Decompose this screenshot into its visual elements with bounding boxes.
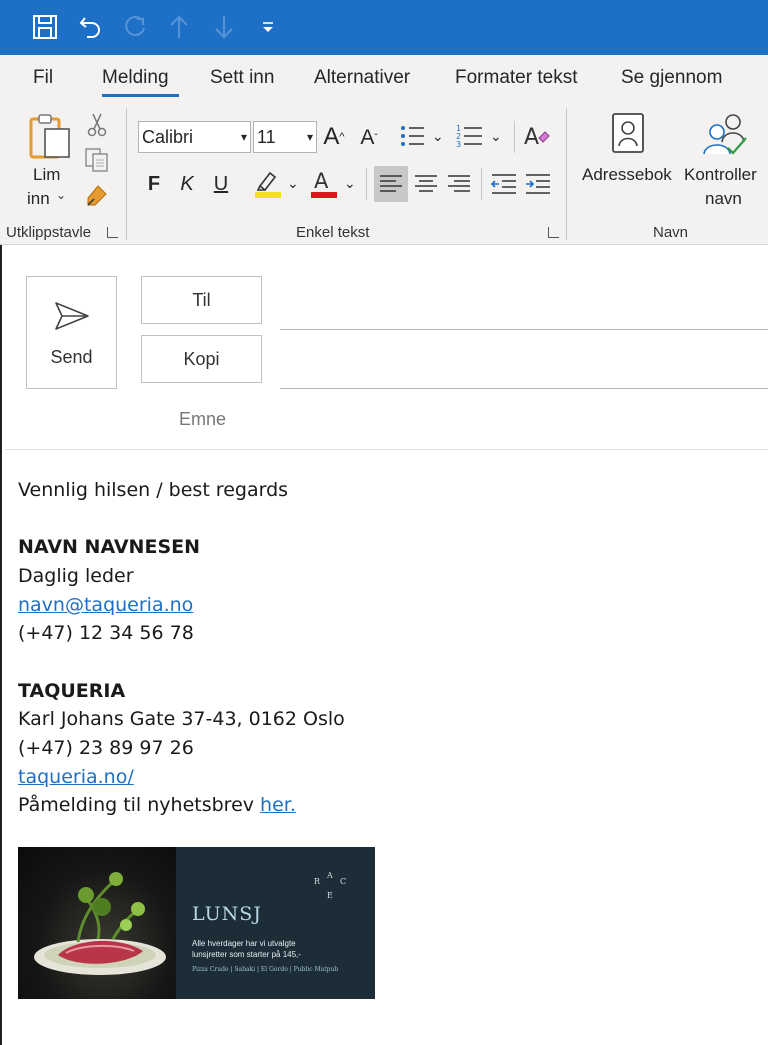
to-button[interactable]: Til	[141, 276, 262, 324]
email-link[interactable]: navn@taqueria.no	[18, 594, 193, 616]
banner-text-1: Alle hverdager har vi utvalgte	[192, 939, 296, 948]
cc-button[interactable]: Kopi	[141, 335, 262, 383]
tab-format-text[interactable]: Formater tekst	[455, 67, 577, 89]
signature-title: Daglig leder	[18, 565, 134, 587]
lunch-banner-image[interactable]: RACE LUNSJ Alle hverdager har vi utvalgt…	[18, 847, 375, 999]
signature-phone: (+47) 12 34 56 78	[18, 622, 194, 644]
font-size-value: 11	[257, 127, 276, 147]
save-icon[interactable]	[30, 12, 60, 42]
align-left-button[interactable]	[374, 166, 408, 202]
check-names-label[interactable]: Kontroller	[684, 165, 757, 185]
newsletter-link[interactable]: her.	[260, 794, 296, 816]
company-address: Karl Johans Gate 37-43, 0162 Oslo	[18, 708, 345, 730]
redo-icon	[120, 12, 150, 42]
banner-logo: RACE	[314, 871, 347, 900]
numbering-icon[interactable]: 123	[456, 122, 484, 155]
align-right-button[interactable]	[443, 166, 475, 207]
ribbon-separator	[514, 121, 515, 153]
to-label: Til	[192, 290, 211, 310]
send-icon	[55, 302, 89, 330]
chevron-down-icon[interactable]: ⌄	[287, 175, 299, 192]
signature-name: NAVN NAVNESEN	[18, 536, 201, 558]
basic-text-group-label: Enkel tekst	[296, 224, 370, 241]
tab-file[interactable]: Fil	[33, 67, 53, 89]
banner-text-2: lunsjretter som starter på 145,-	[192, 950, 301, 959]
newsletter-line: Påmelding til nyhetsbrev her.	[18, 794, 296, 816]
copy-icon[interactable]	[84, 147, 110, 178]
tab-message[interactable]: Melding	[102, 67, 169, 89]
paste-label[interactable]: Lim	[33, 165, 60, 185]
banner-heading: LUNSJ	[192, 903, 262, 925]
bold-button[interactable]: F	[141, 168, 167, 200]
title-bar	[0, 0, 768, 55]
italic-button[interactable]: K	[174, 168, 200, 200]
font-name-value: Calibri	[142, 127, 194, 147]
chevron-down-icon[interactable]: ⌄	[56, 188, 66, 202]
underline-button[interactable]: U	[208, 168, 234, 200]
paste-icon[interactable]	[28, 113, 74, 166]
cc-field[interactable]	[280, 388, 768, 389]
chevron-down-icon[interactable]: ⌄	[432, 128, 444, 145]
align-center-button[interactable]	[410, 166, 442, 207]
active-tab-indicator	[102, 94, 179, 97]
decrease-indent-icon[interactable]	[489, 168, 519, 205]
address-book-label[interactable]: Adressebok	[582, 165, 672, 185]
ribbon-separator	[126, 108, 127, 240]
tab-options[interactable]: Alternativer	[314, 67, 410, 89]
check-names-icon[interactable]	[700, 112, 750, 163]
chevron-down-icon[interactable]: ⌄	[490, 128, 502, 145]
greeting-text: Vennlig hilsen / best regards	[18, 479, 289, 501]
chevron-down-icon: ▾	[240, 130, 247, 144]
cc-label: Kopi	[183, 349, 220, 369]
names-group-label: Navn	[653, 224, 689, 241]
send-label: Send	[50, 347, 93, 367]
ribbon-separator	[566, 108, 567, 240]
tab-insert[interactable]: Sett inn	[210, 67, 274, 89]
tab-review[interactable]: Se gjennom	[621, 67, 722, 89]
ribbon-separator	[481, 168, 482, 200]
company-name: TAQUERIA	[18, 680, 126, 702]
svg-text:3: 3	[456, 140, 461, 149]
chevron-down-icon: ▾	[306, 130, 313, 144]
address-book-icon[interactable]	[611, 112, 647, 161]
dialog-launcher-icon[interactable]	[107, 227, 118, 238]
company-phone: (+47) 23 89 97 26	[18, 737, 194, 759]
to-field[interactable]	[280, 329, 768, 330]
arrow-up-icon	[164, 12, 194, 42]
ribbon-separator	[366, 168, 367, 200]
window-left-edge	[0, 245, 2, 1045]
undo-icon[interactable]	[76, 12, 106, 42]
paste-label-2[interactable]: inn	[27, 189, 50, 209]
clear-formatting-icon[interactable]: A	[523, 122, 551, 155]
highlight-icon[interactable]	[254, 168, 282, 205]
font-name-select[interactable]: Calibri ▾	[138, 121, 251, 153]
svg-text:A: A	[524, 125, 539, 150]
font-color-icon[interactable]: A	[309, 168, 339, 205]
increase-indent-icon[interactable]	[523, 168, 553, 205]
grow-font-icon[interactable]: A ^	[320, 120, 348, 154]
subject-label: Emne	[179, 409, 227, 429]
website-link[interactable]: taqueria.no/	[18, 766, 134, 788]
chevron-down-icon[interactable]: ⌄	[344, 175, 356, 192]
dialog-launcher-icon[interactable]	[548, 227, 559, 238]
header-divider	[5, 449, 768, 450]
arrow-down-icon	[209, 12, 239, 42]
customize-toolbar-icon[interactable]	[253, 12, 283, 42]
shrink-font-icon[interactable]: Aˇ	[355, 123, 383, 153]
svg-text:A: A	[314, 169, 329, 193]
banner-footer: Pizza Crudo | Sabaki | El Gordo | Public…	[192, 966, 339, 973]
font-size-select[interactable]: 11 ▾	[253, 121, 317, 153]
bullets-icon[interactable]	[400, 124, 426, 153]
send-button[interactable]: Send	[26, 276, 117, 389]
food-photo	[18, 847, 176, 999]
check-names-label-2[interactable]: navn	[705, 189, 742, 209]
format-painter-icon[interactable]	[84, 183, 110, 214]
clipboard-group-label: Utklippstavle	[6, 224, 92, 241]
newsletter-text: Påmelding til nyhetsbrev	[18, 794, 261, 816]
cut-icon[interactable]	[86, 112, 108, 143]
